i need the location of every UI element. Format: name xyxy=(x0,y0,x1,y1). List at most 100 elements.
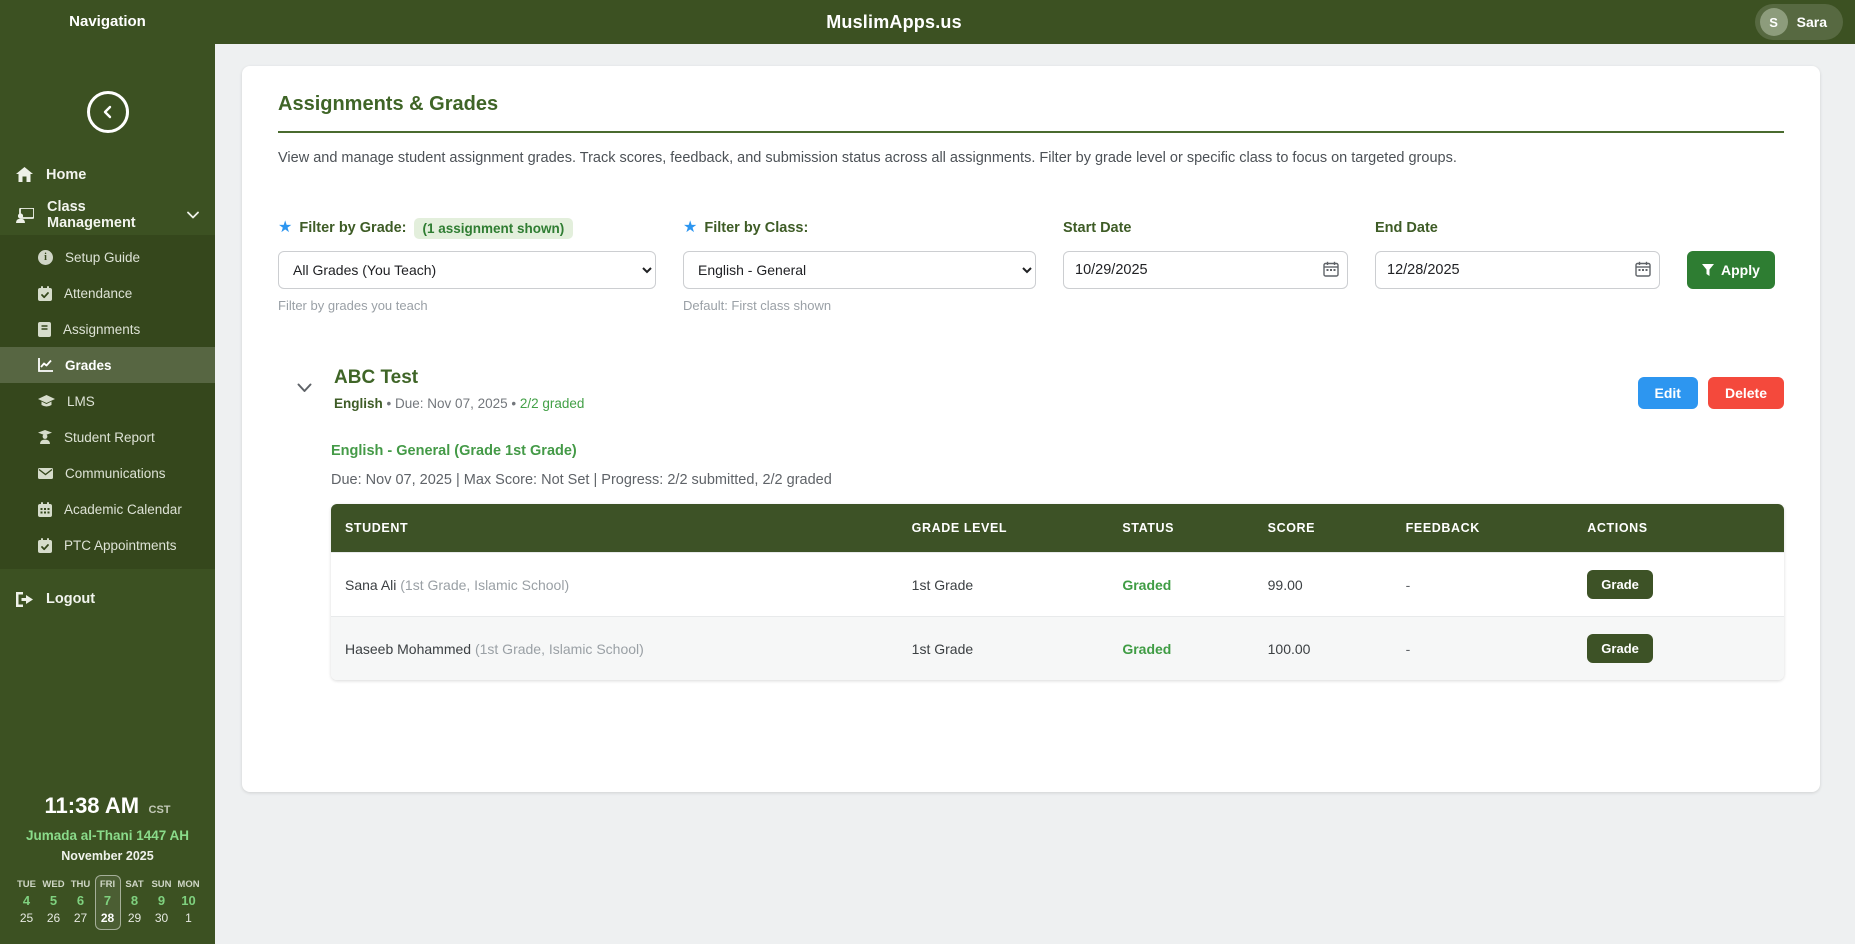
sidebar-item-lms[interactable]: LMS xyxy=(0,383,215,419)
assignment-subtitle: English • Due: Nov 07, 2025 • 2/2 graded xyxy=(334,396,584,411)
assignment-name: ABC Test xyxy=(334,367,584,389)
calendar-day-name: FRI xyxy=(100,879,115,890)
sidebar-item-label: Student Report xyxy=(64,430,155,445)
class-select[interactable]: English - General xyxy=(683,251,1036,289)
calendar-date: 10 xyxy=(181,893,195,908)
class-management-icon xyxy=(16,208,34,223)
calendar-column[interactable]: MON 10 1 xyxy=(176,875,202,930)
assignment-info: ABC Test English • Due: Nov 07, 2025 • 2… xyxy=(334,367,584,411)
start-date-input[interactable] xyxy=(1063,251,1348,289)
chevron-down-icon xyxy=(187,211,199,219)
calendar-date: 6 xyxy=(77,893,84,908)
mini-calendar: TUE 4 25 WED 5 26 THU 6 27 FRI 7 28 SAT xyxy=(0,875,215,930)
calendar-date: 29 xyxy=(128,911,141,925)
student-cell: Haseeb Mohammed (1st Grade, Islamic Scho… xyxy=(331,617,898,681)
sidebar-item-grades[interactable]: Grades xyxy=(0,347,215,383)
calendar-column[interactable]: THU 6 27 xyxy=(68,875,94,930)
calendar-column[interactable]: SUN 9 30 xyxy=(149,875,175,930)
user-name: Sara xyxy=(1797,14,1827,30)
student-note: (1st Grade, Islamic School) xyxy=(475,641,644,657)
sidebar-item-label: Communications xyxy=(65,466,166,481)
calendar-day-name: TUE xyxy=(17,879,36,890)
col-grade-level: GRADE LEVEL xyxy=(898,504,1109,553)
filter-grade-group: ★ Filter by Grade: (1 assignment shown) … xyxy=(278,216,656,313)
main-content: Assignments & Grades View and manage stu… xyxy=(215,0,1855,792)
calendar-day-name: SUN xyxy=(151,879,171,890)
sidebar-item-home[interactable]: Home xyxy=(0,155,215,195)
calendar-column-today[interactable]: FRI 7 28 xyxy=(95,875,121,930)
sidebar-item-label: Grades xyxy=(65,358,112,373)
journal-icon xyxy=(38,322,51,337)
sidebar-item-label: Academic Calendar xyxy=(64,502,182,517)
sidebar-item-ptc-appointments[interactable]: PTC Appointments xyxy=(0,527,215,563)
filter-funnel-icon xyxy=(1702,264,1714,276)
calendar-date: 26 xyxy=(47,911,60,925)
edit-button[interactable]: Edit xyxy=(1638,377,1698,409)
col-status: STATUS xyxy=(1108,504,1253,553)
sidebar-item-student-report[interactable]: Student Report xyxy=(0,419,215,455)
sidebar-item-class-management[interactable]: Class Management xyxy=(0,195,215,235)
assignment-due: Due: Nov 07, 2025 xyxy=(395,396,508,411)
calendar-column[interactable]: SAT 8 29 xyxy=(122,875,148,930)
calendar-check-icon xyxy=(38,538,52,553)
calendar-month: November 2025 xyxy=(0,849,215,863)
class-meta: Due: Nov 07, 2025 | Max Score: Not Set |… xyxy=(331,472,1784,488)
star-icon: ★ xyxy=(278,220,292,236)
calendar-date: 28 xyxy=(101,911,114,925)
sidebar-item-academic-calendar[interactable]: Academic Calendar xyxy=(0,491,215,527)
separator-dot: • xyxy=(387,396,392,411)
calendar-check-icon xyxy=(38,286,52,301)
top-header: Navigation MuslimApps.us S Sara xyxy=(0,0,1855,44)
col-score: SCORE xyxy=(1254,504,1392,553)
sidebar-item-logout[interactable]: Logout xyxy=(0,579,215,619)
assignment-graded-count: 2/2 graded xyxy=(520,396,585,411)
filter-class-label: Filter by Class: xyxy=(704,220,808,236)
delete-button[interactable]: Delete xyxy=(1708,377,1784,409)
grade-select[interactable]: All Grades (You Teach) xyxy=(278,251,656,289)
grade-button[interactable]: Grade xyxy=(1587,570,1653,599)
grades-table: STUDENT GRADE LEVEL STATUS SCORE FEEDBAC… xyxy=(331,504,1784,680)
user-menu-button[interactable]: S Sara xyxy=(1755,4,1843,40)
end-date-input[interactable] xyxy=(1375,251,1660,289)
app-title: MuslimApps.us xyxy=(826,12,962,33)
calendar-day-name: THU xyxy=(71,879,91,890)
status-badge: Graded xyxy=(1108,553,1253,617)
sidebar-item-label: PTC Appointments xyxy=(64,538,177,553)
class-title-link[interactable]: English - General (Grade 1st Grade) xyxy=(331,443,1784,459)
table-header-row: STUDENT GRADE LEVEL STATUS SCORE FEEDBAC… xyxy=(331,504,1784,553)
chart-line-icon xyxy=(38,358,53,372)
sidebar-item-setup-guide[interactable]: i Setup Guide xyxy=(0,239,215,275)
col-feedback: FEEDBACK xyxy=(1392,504,1574,553)
sidebar: Home Class Management i Setup Guide Atte… xyxy=(0,44,215,944)
feedback-cell: - xyxy=(1392,553,1574,617)
calendar-date: 25 xyxy=(20,911,33,925)
filter-grade-label: Filter by Grade: xyxy=(299,220,406,236)
assignment-toggle-button[interactable] xyxy=(278,367,312,396)
sidebar-item-communications[interactable]: Communications xyxy=(0,455,215,491)
end-date-label: End Date xyxy=(1375,220,1438,236)
sidebar-item-assignments[interactable]: Assignments xyxy=(0,311,215,347)
apply-filters-button[interactable]: Apply xyxy=(1687,251,1775,289)
calendar-date: 9 xyxy=(158,893,165,908)
sidebar-item-attendance[interactable]: Attendance xyxy=(0,275,215,311)
grade-level-cell: 1st Grade xyxy=(898,617,1109,681)
envelope-icon xyxy=(38,468,53,479)
clock-widget: 11:38 AM CST Jumada al-Thani 1447 AH Nov… xyxy=(0,793,215,944)
calendar-day-name: MON xyxy=(177,879,199,890)
calendar-date: 1 xyxy=(185,911,192,925)
assignment-header: ABC Test English • Due: Nov 07, 2025 • 2… xyxy=(278,367,1784,411)
clock-time: 11:38 AM xyxy=(44,793,139,818)
calendar-picker-icon[interactable] xyxy=(1323,261,1339,277)
table-row: Sana Ali (1st Grade, Islamic School) 1st… xyxy=(331,553,1784,617)
sidebar-item-label: Setup Guide xyxy=(65,250,140,265)
calendar-day-name: WED xyxy=(42,879,64,890)
sidebar-collapse-button[interactable] xyxy=(87,91,129,133)
star-icon: ★ xyxy=(683,220,697,236)
page-description: View and manage student assignment grade… xyxy=(278,150,1784,166)
grade-button[interactable]: Grade xyxy=(1587,634,1653,663)
calendar-picker-icon[interactable] xyxy=(1635,261,1651,277)
calendar-column[interactable]: WED 5 26 xyxy=(41,875,67,930)
sidebar-item-label: Logout xyxy=(46,591,95,607)
table-row: Haseeb Mohammed (1st Grade, Islamic Scho… xyxy=(331,617,1784,681)
calendar-column[interactable]: TUE 4 25 xyxy=(14,875,40,930)
